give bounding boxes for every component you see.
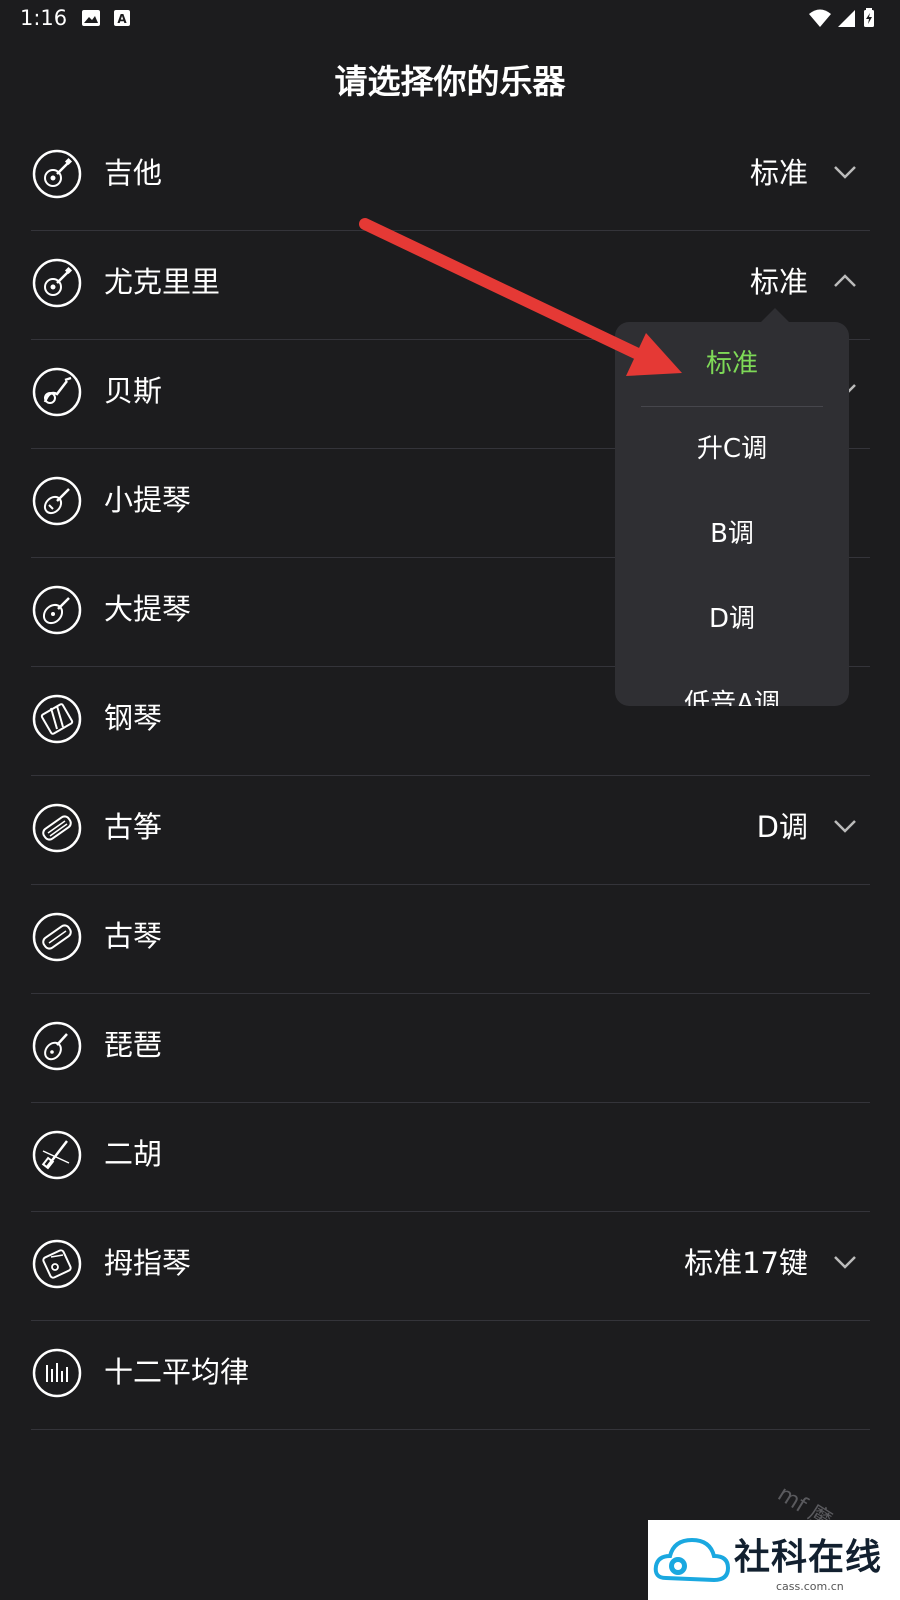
piano-icon xyxy=(31,693,83,745)
ukulele-icon xyxy=(31,257,83,309)
svg-text:A: A xyxy=(117,12,127,26)
a-box-icon: A xyxy=(112,8,134,28)
instrument-row-guqin[interactable]: 古琴 xyxy=(31,885,870,994)
image-icon xyxy=(80,8,102,28)
dropdown-option[interactable]: 升C调 xyxy=(615,407,849,492)
instrument-label: 古筝 xyxy=(104,810,163,844)
equal-temperament-icon xyxy=(31,1347,83,1399)
tuning-value[interactable]: 标准 xyxy=(750,155,808,191)
dropdown-option[interactable]: B调 xyxy=(615,492,849,577)
watermark-subtext: cass.com.cn xyxy=(776,1580,844,1593)
pipa-icon xyxy=(31,1020,83,1072)
status-bar: 1:16 A xyxy=(0,0,900,38)
tuning-value[interactable]: 标准 xyxy=(750,264,808,300)
chevron-down-icon[interactable] xyxy=(832,162,858,182)
chevron-up-icon[interactable] xyxy=(832,271,858,291)
dropdown-option[interactable]: D调 xyxy=(615,577,849,662)
guitar-icon xyxy=(31,148,83,200)
tuning-value[interactable]: D调 xyxy=(757,809,808,845)
instrument-label: 尤克里里 xyxy=(104,265,221,299)
battery-charging-icon xyxy=(862,8,876,28)
watermark-text: 社科在线 xyxy=(734,1537,883,1578)
status-time: 1:16 xyxy=(20,6,68,30)
cello-icon xyxy=(31,584,83,636)
instrument-label: 大提琴 xyxy=(104,592,192,626)
cloud-logo-icon xyxy=(652,1528,732,1594)
instrument-label: 钢琴 xyxy=(104,701,163,735)
violin-icon xyxy=(31,475,83,527)
instrument-label: 古琴 xyxy=(104,919,163,953)
dropdown-caret xyxy=(760,308,790,323)
instrument-list: 吉他 标准 尤克里里 标准 贝斯 小提琴 大提琴 钢琴 古筝 D调 古琴 琵琶 … xyxy=(31,122,870,1430)
signal-icon xyxy=(836,8,858,28)
instrument-label: 贝斯 xyxy=(104,374,163,408)
tuning-value[interactable]: 标准17键 xyxy=(684,1245,808,1281)
instrument-row-guzheng[interactable]: 古筝 D调 xyxy=(31,776,870,885)
dropdown-option[interactable]: 低音A调 xyxy=(615,662,849,706)
kalimba-icon xyxy=(31,1238,83,1290)
instrument-label: 小提琴 xyxy=(104,483,192,517)
instrument-row-guitar[interactable]: 吉他 标准 xyxy=(31,122,870,231)
instrument-row-erhu[interactable]: 二胡 xyxy=(31,1103,870,1212)
tuning-dropdown: 标准 升C调 B调 D调 低音A调 xyxy=(615,322,849,706)
dropdown-option-selected[interactable]: 标准 xyxy=(615,322,849,407)
guqin-icon xyxy=(31,911,83,963)
instrument-label: 拇指琴 xyxy=(104,1246,192,1280)
instrument-row-kalimba[interactable]: 拇指琴 标准17键 xyxy=(31,1212,870,1321)
instrument-row-pipa[interactable]: 琵琶 xyxy=(31,994,870,1103)
instrument-label: 二胡 xyxy=(104,1137,163,1171)
page-title: 请选择你的乐器 xyxy=(334,62,566,101)
guzheng-icon xyxy=(31,802,83,854)
chevron-down-icon[interactable] xyxy=(832,816,858,836)
instrument-label: 十二平均律 xyxy=(104,1355,250,1389)
watermark-badge: 社科在线 cass.com.cn xyxy=(648,1520,900,1600)
chevron-down-icon[interactable] xyxy=(832,1252,858,1272)
instrument-label: 琵琶 xyxy=(104,1028,163,1062)
erhu-icon xyxy=(31,1129,83,1181)
instrument-label: 吉他 xyxy=(104,156,163,190)
wifi-icon xyxy=(808,8,832,28)
bass-icon xyxy=(31,366,83,418)
instrument-row-equal-temperament[interactable]: 十二平均律 xyxy=(31,1321,870,1430)
